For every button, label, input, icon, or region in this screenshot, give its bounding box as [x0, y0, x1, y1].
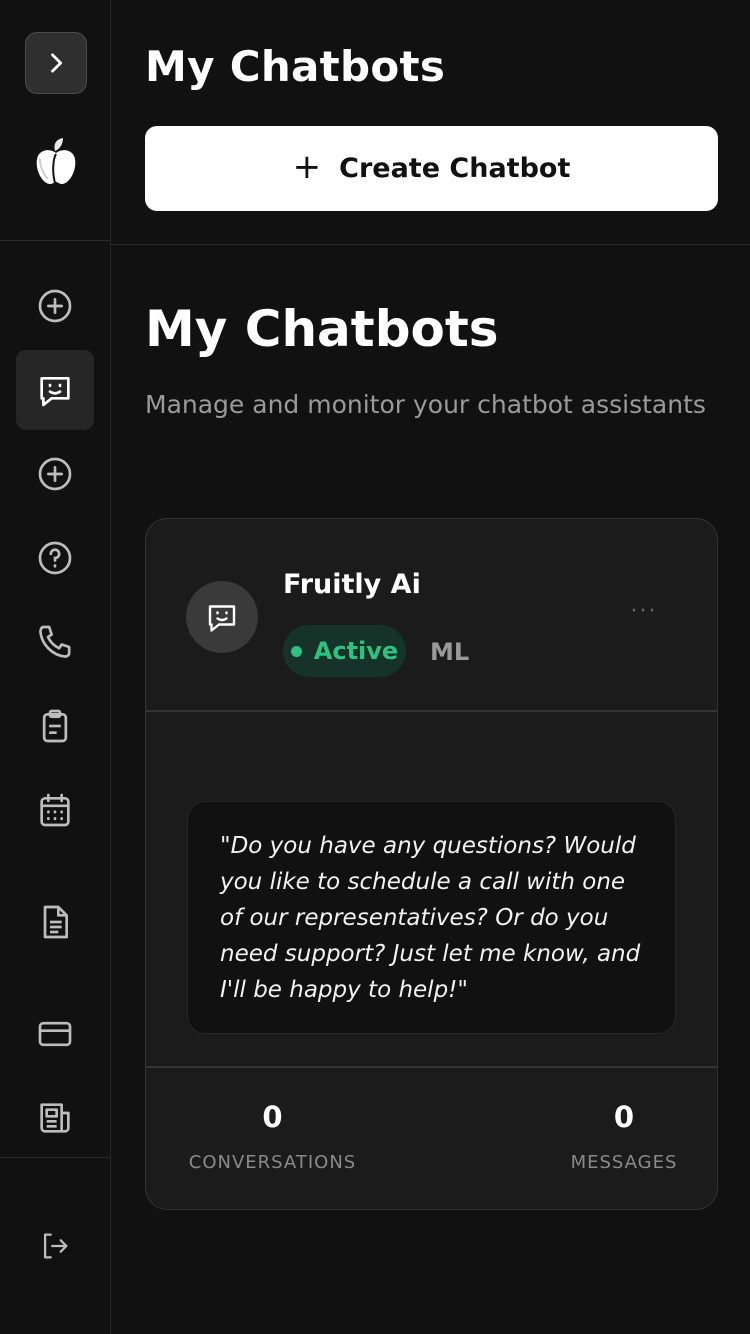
greeting-box: "Do you have any questions? Would you li… [187, 801, 676, 1034]
sidebar-item-news[interactable] [16, 1078, 94, 1158]
sidebar-divider [0, 240, 111, 241]
apple-logo [36, 138, 76, 184]
calendar-icon [40, 793, 70, 827]
expand-sidebar-button[interactable] [25, 32, 87, 94]
sidebar-item-help[interactable] [16, 518, 94, 598]
greeting-text: "Do you have any questions? Would you li… [220, 833, 641, 1003]
sidebar-item-calls[interactable] [16, 602, 94, 682]
conversations-label: CONVERSATIONS [188, 1152, 357, 1173]
chatbot-card[interactable]: Fruitly Ai Active ML ··· "Do you have an… [145, 518, 718, 1210]
newspaper-icon [40, 1103, 70, 1133]
chatbot-name[interactable]: Fruitly Ai [283, 569, 421, 600]
document-icon [43, 905, 68, 939]
chat-smile-icon [208, 605, 236, 632]
sidebar-item-new[interactable] [16, 266, 94, 346]
app: My Chatbots + Create Chatbot My Chatbots… [0, 0, 750, 1334]
logout-icon [43, 1233, 68, 1259]
card-divider [146, 710, 717, 712]
sidebar-item-documents[interactable] [16, 882, 94, 962]
card-divider [146, 1066, 717, 1068]
conversations-count: 0 [262, 1100, 283, 1134]
conversations-stat: 0 CONVERSATIONS [186, 1097, 359, 1173]
status-badge: Active [283, 625, 406, 677]
plus-circle-icon [38, 457, 72, 491]
create-chatbot-label: Create Chatbot [339, 153, 571, 184]
messages-count: 0 [613, 1100, 635, 1134]
chat-smile-icon [40, 377, 70, 407]
status-dot-icon [290, 645, 302, 657]
page-title: My Chatbots [145, 300, 499, 358]
header-title: My Chatbots [145, 42, 446, 91]
sidebar-divider [0, 1157, 111, 1158]
more-options-button[interactable]: ··· [624, 599, 664, 635]
sidebar-item-add[interactable] [16, 434, 94, 514]
plus-circle-icon [38, 289, 72, 323]
sidebar-item-billing[interactable] [16, 994, 94, 1074]
sidebar-item-tasks[interactable] [16, 686, 94, 766]
chevron-right-icon [51, 53, 63, 73]
status-label: Active [313, 637, 399, 665]
credit-card-icon [38, 1021, 72, 1047]
phone-icon [39, 625, 71, 658]
messages-label: MESSAGES [570, 1152, 678, 1173]
header: My Chatbots + Create Chatbot [111, 0, 750, 245]
clipboard-icon [42, 709, 68, 743]
sidebar-item-chatbots[interactable] [16, 350, 94, 430]
messages-stat: 0 MESSAGES [569, 1097, 679, 1173]
chatbot-tag: ML [430, 638, 470, 666]
sidebar-item-calendar[interactable] [16, 770, 94, 850]
sidebar [0, 0, 111, 1334]
plus-icon: + [292, 146, 322, 187]
help-circle-icon [38, 541, 72, 575]
page-subtitle: Manage and monitor your chatbot assistan… [145, 390, 706, 419]
sidebar-item-logout[interactable] [16, 1206, 94, 1286]
chatbot-avatar [186, 581, 258, 653]
create-chatbot-button[interactable]: + Create Chatbot [145, 126, 718, 211]
